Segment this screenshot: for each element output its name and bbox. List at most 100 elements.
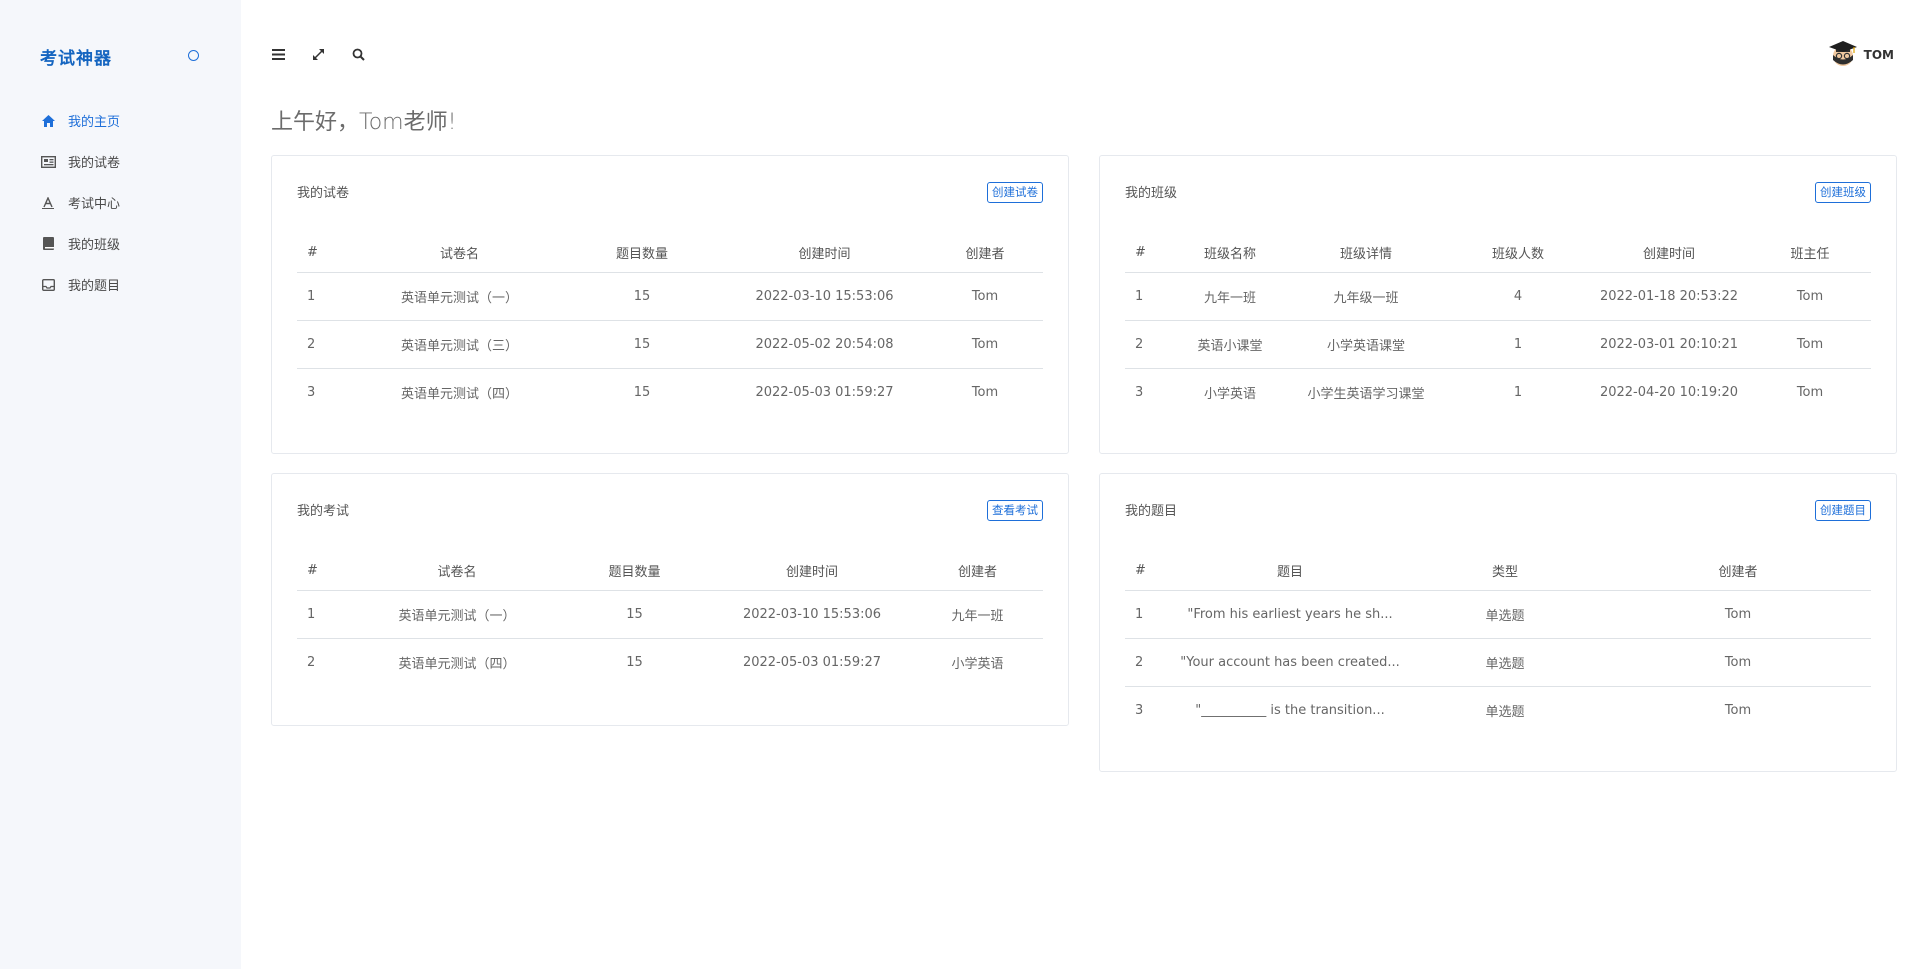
- table-cell: 2022-05-02 20:54:08: [722, 320, 927, 369]
- inbox-icon: [40, 277, 56, 293]
- sidebar-item-exams[interactable]: 考试中心: [40, 182, 120, 223]
- questions-card: 我的题目 创建题目 # 题目 类型 创建者 1 "From his earlie…: [1099, 473, 1897, 772]
- column-header: 试卷名: [357, 550, 557, 591]
- table-cell: 3: [307, 385, 316, 400]
- table-cell: "Your account has been created...: [1175, 638, 1405, 687]
- table-row: 2 英语单元测试（四） 15 2022-05-03 01:59:27 小学英语: [297, 639, 1043, 687]
- sidebar-item-home[interactable]: 我的主页: [40, 100, 120, 141]
- table-cell: Tom: [971, 385, 999, 400]
- classes-table: # 班级名称 班级详情 班级人数 创建时间 班主任 1 九年一班 九年级一班 4…: [1125, 232, 1871, 416]
- column-header: 创建者: [1605, 550, 1871, 591]
- table-cell: 1: [1513, 385, 1523, 400]
- table-cell: 小学英语: [1203, 387, 1256, 402]
- exams-table: # 试卷名 题目数量 创建时间 创建者 1 英语单元测试（一） 15 2022-…: [297, 550, 1043, 686]
- card-title: 我的题目: [1125, 504, 1178, 519]
- sidebar-item-questions[interactable]: 我的题目: [40, 264, 120, 305]
- table-cell: 1: [1125, 272, 1175, 321]
- table-cell: Tom: [927, 272, 1043, 321]
- sidebar-item-label: 考试中心: [68, 197, 121, 212]
- questions-table: # 题目 类型 创建者 1 "From his earliest years h…: [1125, 550, 1871, 734]
- papers-card: 我的试卷 创建试卷 # 试卷名 题目数量 创建时间 创建者 1 英语单元测试（一…: [271, 155, 1069, 454]
- avatar[interactable]: [1828, 38, 1858, 72]
- table-row: 3 英语单元测试（四） 15 2022-05-03 01:59:27 Tom: [297, 369, 1043, 417]
- sidebar-toggle-icon[interactable]: [188, 50, 199, 61]
- create-class-button[interactable]: 创建班级: [1815, 182, 1871, 203]
- table-cell: 15: [562, 272, 722, 321]
- table-cell: Tom: [1796, 385, 1824, 400]
- user-name[interactable]: TOM: [1864, 48, 1894, 62]
- page-greeting: 上午好，Tom老师!: [271, 110, 457, 135]
- column-header: #: [297, 550, 357, 591]
- table-row: 1 九年一班 九年级一班 4 2022-01-18 20:53:22 Tom: [1125, 272, 1871, 321]
- table-cell: 英语单元测试（四）: [398, 657, 516, 672]
- table-cell: 英语单元测试（一）: [357, 590, 557, 639]
- app-brand[interactable]: 考试神器: [40, 44, 112, 69]
- table-row: 1 英语单元测试（一） 15 2022-03-10 15:53:06 Tom: [297, 272, 1043, 321]
- column-header: 类型: [1405, 550, 1605, 591]
- table-row: 2 英语单元测试（三） 15 2022-05-02 20:54:08 Tom: [297, 320, 1043, 369]
- user-menu[interactable]: TOM: [1828, 38, 1894, 72]
- table-cell: 英语小课堂: [1175, 320, 1285, 369]
- card-title: 我的试卷: [297, 186, 350, 201]
- table-cell: 2022-03-10 15:53:06: [722, 272, 927, 321]
- create-paper-button[interactable]: 创建试卷: [987, 182, 1043, 203]
- paper-icon: [40, 154, 56, 170]
- table-cell: 小学英语课堂: [1285, 320, 1447, 369]
- table-cell: 1: [297, 590, 357, 639]
- sidebar-item-label: 我的试卷: [68, 156, 121, 171]
- fullscreen-icon[interactable]: [310, 46, 326, 62]
- column-header: 题目数量: [562, 232, 722, 273]
- sidebar-item-classes[interactable]: 我的班级: [40, 223, 120, 264]
- column-header: 题目数量: [557, 550, 712, 591]
- sidebar: 考试神器 我的主页 我的试卷 考试中心 我的班级 我的题目: [0, 0, 241, 969]
- table-cell: 2022-03-01 20:10:21: [1589, 320, 1749, 369]
- table-row: 3 "__________ is the transition... 单选题 T…: [1125, 687, 1871, 735]
- table-cell: "From his earliest years he sh...: [1175, 590, 1405, 639]
- sidebar-item-label: 我的题目: [68, 279, 121, 294]
- column-header: 班级名称: [1175, 232, 1285, 273]
- menu-icon[interactable]: [270, 46, 286, 62]
- table-cell: Tom: [1605, 638, 1871, 687]
- table-cell: 英语单元测试（三）: [357, 320, 562, 369]
- book-icon: [40, 236, 56, 252]
- table-cell: Tom: [1605, 590, 1871, 639]
- table-cell: Tom: [1749, 320, 1871, 369]
- sidebar-nav: 我的主页 我的试卷 考试中心 我的班级 我的题目: [40, 100, 120, 305]
- table-cell: 3: [1135, 703, 1144, 718]
- table-cell: "__________ is the transition...: [1195, 703, 1385, 718]
- table-cell: 1: [1125, 590, 1175, 639]
- column-header: 试卷名: [357, 232, 562, 273]
- column-header: 创建时间: [712, 550, 912, 591]
- table-row: 3 小学英语 小学生英语学习课堂 1 2022-04-20 10:19:20 T…: [1125, 369, 1871, 417]
- papers-table: # 试卷名 题目数量 创建时间 创建者 1 英语单元测试（一） 15 2022-…: [297, 232, 1043, 416]
- table-cell: Tom: [1749, 272, 1871, 321]
- sidebar-item-label: 我的主页: [68, 115, 121, 130]
- column-header: #: [1125, 550, 1175, 591]
- column-header: 班主任: [1749, 232, 1871, 273]
- column-header: 创建者: [912, 550, 1043, 591]
- view-exams-button[interactable]: 查看考试: [987, 500, 1043, 521]
- table-cell: 2: [297, 320, 357, 369]
- table-cell: 单选题: [1485, 705, 1525, 720]
- exams-card: 我的考试 查看考试 # 试卷名 题目数量 创建时间 创建者 1 英语单元测试（一…: [271, 473, 1069, 726]
- sidebar-item-label: 我的班级: [68, 238, 121, 253]
- column-header: #: [1125, 232, 1175, 273]
- table-cell: 15: [633, 385, 651, 400]
- table-cell: 单选题: [1405, 638, 1605, 687]
- table-cell: 小学生英语学习课堂: [1307, 387, 1425, 402]
- column-header: 创建时间: [1589, 232, 1749, 273]
- table-cell: 15: [557, 590, 712, 639]
- table-cell: 英语单元测试（一）: [357, 272, 562, 321]
- table-cell: Tom: [927, 320, 1043, 369]
- sidebar-item-papers[interactable]: 我的试卷: [40, 141, 120, 182]
- search-icon[interactable]: [350, 46, 366, 62]
- table-cell: 2022-05-03 01:59:27: [742, 655, 882, 670]
- column-header: 题目: [1175, 550, 1405, 591]
- table-cell: Tom: [1724, 703, 1752, 718]
- column-header: 创建者: [927, 232, 1043, 273]
- create-question-button[interactable]: 创建题目: [1815, 500, 1871, 521]
- table-cell: 1: [297, 272, 357, 321]
- table-cell: 15: [562, 320, 722, 369]
- table-cell: 2022-01-18 20:53:22: [1589, 272, 1749, 321]
- table-cell: 单选题: [1405, 590, 1605, 639]
